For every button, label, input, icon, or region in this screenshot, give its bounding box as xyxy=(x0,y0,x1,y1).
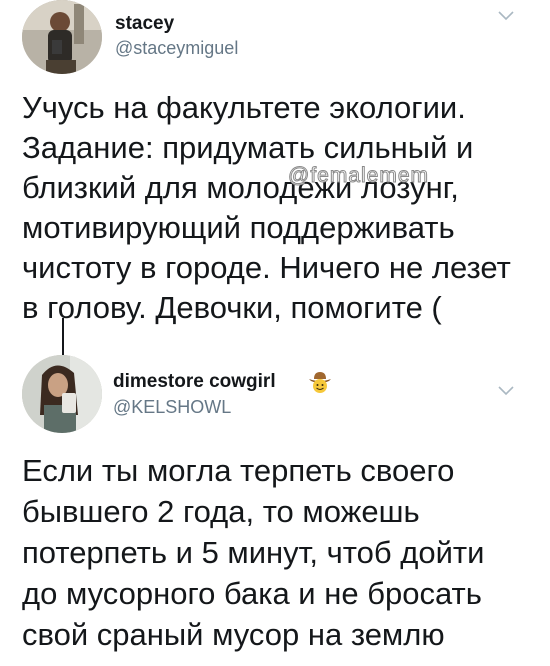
user-handle[interactable]: @KELSHOWL xyxy=(113,397,231,418)
watermark: @femalemem xyxy=(287,164,430,188)
tweet-original[interactable]: stacey @staceymiguel Учусь на факультете… xyxy=(0,0,550,356)
tweet-reply[interactable]: dimestore cowgirl @KELSHOWL Если ты могл… xyxy=(0,345,550,666)
display-name[interactable]: dimestore cowgirl xyxy=(113,371,276,393)
tweet-text: Если ты могла терпеть своего бывшего 2 г… xyxy=(22,453,485,652)
avatar[interactable] xyxy=(22,355,102,433)
chevron-down-icon[interactable] xyxy=(497,385,515,397)
user-handle[interactable]: @staceymiguel xyxy=(115,38,238,59)
display-name[interactable]: stacey xyxy=(115,13,174,35)
tweet-text: Учусь на факультете экологии. Задание: п… xyxy=(22,90,511,325)
avatar[interactable] xyxy=(22,0,102,74)
chevron-down-icon[interactable] xyxy=(497,10,515,22)
cowboy-hat-face-icon xyxy=(309,372,331,393)
